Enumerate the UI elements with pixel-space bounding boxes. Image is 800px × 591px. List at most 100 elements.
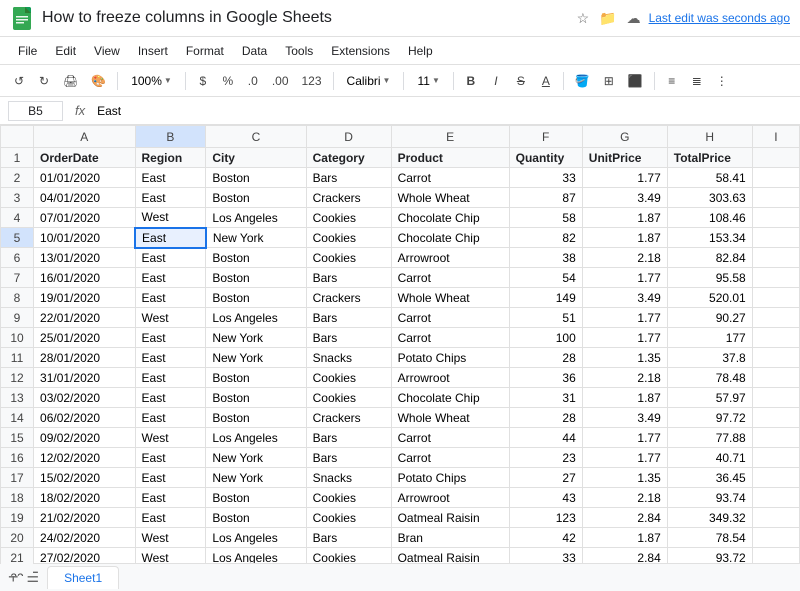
cell-g-3[interactable]: 3.49: [582, 188, 667, 208]
cell-i-9[interactable]: [752, 308, 799, 328]
cell-h-7[interactable]: 95.58: [667, 268, 752, 288]
cell-g-5[interactable]: 1.87: [582, 228, 667, 248]
header-i[interactable]: [752, 148, 799, 168]
cell-e-15[interactable]: Carrot: [391, 428, 509, 448]
cell-a-11[interactable]: 28/01/2020: [34, 348, 135, 368]
cell-b-17[interactable]: East: [135, 468, 206, 488]
cell-a-17[interactable]: 15/02/2020: [34, 468, 135, 488]
cell-h-18[interactable]: 93.74: [667, 488, 752, 508]
cell-h-17[interactable]: 36.45: [667, 468, 752, 488]
cell-c-16[interactable]: New York: [206, 448, 306, 468]
menu-data[interactable]: Data: [234, 41, 275, 61]
cell-a-7[interactable]: 16/01/2020: [34, 268, 135, 288]
header-quantity[interactable]: Quantity: [509, 148, 582, 168]
cell-b-12[interactable]: East: [135, 368, 206, 388]
cell-h-4[interactable]: 108.46: [667, 208, 752, 228]
cell-e-2[interactable]: Carrot: [391, 168, 509, 188]
cell-f-14[interactable]: 28: [509, 408, 582, 428]
cell-i-4[interactable]: [752, 208, 799, 228]
cell-a-3[interactable]: 04/01/2020: [34, 188, 135, 208]
cell-d-15[interactable]: Bars: [306, 428, 391, 448]
header-totalprice[interactable]: TotalPrice: [667, 148, 752, 168]
cell-f-3[interactable]: 87: [509, 188, 582, 208]
cell-e-6[interactable]: Arrowroot: [391, 248, 509, 268]
sheet-tab-1[interactable]: Sheet1: [47, 566, 119, 589]
menu-help[interactable]: Help: [400, 41, 441, 61]
cell-h-3[interactable]: 303.63: [667, 188, 752, 208]
col-header-f[interactable]: F: [509, 126, 582, 148]
percent-button[interactable]: %: [217, 70, 239, 92]
document-title[interactable]: How to freeze columns in Google Sheets: [42, 9, 561, 27]
cell-d-11[interactable]: Snacks: [306, 348, 391, 368]
header-category[interactable]: Category: [306, 148, 391, 168]
cell-a-18[interactable]: 18/02/2020: [34, 488, 135, 508]
spreadsheet-container[interactable]: A B C D E F G H I 1 OrderDate Region Cit…: [0, 125, 800, 576]
cell-c-5[interactable]: New York: [206, 228, 306, 248]
cell-h-16[interactable]: 40.71: [667, 448, 752, 468]
col-header-b[interactable]: B: [135, 126, 206, 148]
redo-button[interactable]: ↻: [33, 70, 55, 92]
more-options-button[interactable]: ⋮: [711, 70, 733, 92]
menu-format[interactable]: Format: [178, 41, 232, 61]
col-header-h[interactable]: H: [667, 126, 752, 148]
col-header-g[interactable]: G: [582, 126, 667, 148]
cell-e-11[interactable]: Potato Chips: [391, 348, 509, 368]
cell-f-16[interactable]: 23: [509, 448, 582, 468]
cell-g-15[interactable]: 1.77: [582, 428, 667, 448]
cell-a-10[interactable]: 25/01/2020: [34, 328, 135, 348]
borders-button[interactable]: ⊞: [598, 70, 620, 92]
cell-d-3[interactable]: Crackers: [306, 188, 391, 208]
cell-b-10[interactable]: East: [135, 328, 206, 348]
cell-e-8[interactable]: Whole Wheat: [391, 288, 509, 308]
cell-h-12[interactable]: 78.48: [667, 368, 752, 388]
cell-a-12[interactable]: 31/01/2020: [34, 368, 135, 388]
cell-h-20[interactable]: 78.54: [667, 528, 752, 548]
cell-c-4[interactable]: Los Angeles: [206, 208, 306, 228]
cell-c-13[interactable]: Boston: [206, 388, 306, 408]
cell-a-8[interactable]: 19/01/2020: [34, 288, 135, 308]
cell-h-8[interactable]: 520.01: [667, 288, 752, 308]
cell-g-8[interactable]: 3.49: [582, 288, 667, 308]
cell-c-19[interactable]: Boston: [206, 508, 306, 528]
cell-c-11[interactable]: New York: [206, 348, 306, 368]
cell-a-15[interactable]: 09/02/2020: [34, 428, 135, 448]
cell-c-10[interactable]: New York: [206, 328, 306, 348]
menu-tools[interactable]: Tools: [277, 41, 321, 61]
font-dropdown[interactable]: Calibri ▼: [340, 71, 398, 91]
cell-a-4[interactable]: 07/01/2020: [34, 208, 135, 228]
cell-b-2[interactable]: East: [135, 168, 206, 188]
cell-d-20[interactable]: Bars: [306, 528, 391, 548]
col-header-e[interactable]: E: [391, 126, 509, 148]
cell-g-20[interactable]: 1.87: [582, 528, 667, 548]
cell-d-19[interactable]: Cookies: [306, 508, 391, 528]
cell-reference[interactable]: [8, 101, 63, 121]
cell-f-18[interactable]: 43: [509, 488, 582, 508]
decimals-inc-button[interactable]: .00: [267, 70, 294, 92]
cell-e-9[interactable]: Carrot: [391, 308, 509, 328]
cell-e-5[interactable]: Chocolate Chip: [391, 228, 509, 248]
cell-g-14[interactable]: 3.49: [582, 408, 667, 428]
cell-f-15[interactable]: 44: [509, 428, 582, 448]
cell-b-7[interactable]: East: [135, 268, 206, 288]
cell-f-13[interactable]: 31: [509, 388, 582, 408]
cell-b-20[interactable]: West: [135, 528, 206, 548]
cell-i-12[interactable]: [752, 368, 799, 388]
align-left-button[interactable]: ≡: [661, 70, 683, 92]
fill-color-button[interactable]: 🪣: [570, 70, 595, 92]
header-city[interactable]: City: [206, 148, 306, 168]
cell-i-2[interactable]: [752, 168, 799, 188]
cell-f-10[interactable]: 100: [509, 328, 582, 348]
cell-g-12[interactable]: 2.18: [582, 368, 667, 388]
cell-b-8[interactable]: East: [135, 288, 206, 308]
col-header-i[interactable]: I: [752, 126, 799, 148]
header-unitprice[interactable]: UnitPrice: [582, 148, 667, 168]
cell-f-8[interactable]: 149: [509, 288, 582, 308]
header-region[interactable]: Region: [135, 148, 206, 168]
cell-a-19[interactable]: 21/02/2020: [34, 508, 135, 528]
cell-f-19[interactable]: 123: [509, 508, 582, 528]
cell-i-14[interactable]: [752, 408, 799, 428]
merge-button[interactable]: ⬛: [623, 70, 648, 92]
cell-f-2[interactable]: 33: [509, 168, 582, 188]
cell-d-16[interactable]: Bars: [306, 448, 391, 468]
cell-e-12[interactable]: Arrowroot: [391, 368, 509, 388]
